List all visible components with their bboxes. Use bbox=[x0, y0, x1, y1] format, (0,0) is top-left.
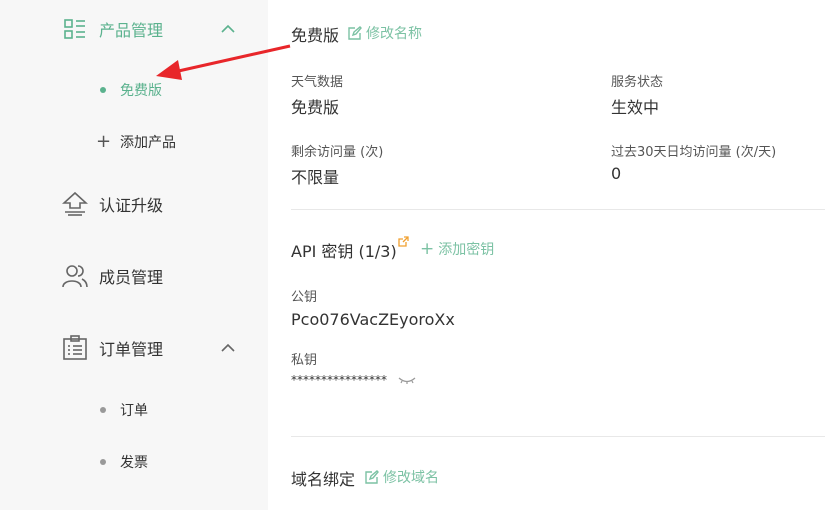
add-key-link[interactable]: + 添加密钥 bbox=[420, 239, 494, 259]
plan-title: 免费版 bbox=[291, 26, 340, 45]
plus-icon: + bbox=[96, 131, 112, 152]
sub-item-orders-label: 订单 bbox=[120, 403, 148, 419]
eye-closed-icon[interactable] bbox=[398, 376, 416, 384]
domain-binding-title: 域名绑定 bbox=[291, 470, 356, 489]
rename-link-label: 修改名称 bbox=[366, 26, 422, 42]
private-key-label: 私钥 bbox=[291, 353, 318, 368]
sub-item-add-product-label: 添加产品 bbox=[120, 135, 176, 151]
annotation-arrow bbox=[156, 44, 291, 80]
nav-order-management-label: 订单管理 bbox=[99, 340, 164, 359]
sub-item-add-product[interactable]: + 添加产品 bbox=[0, 124, 268, 160]
avg-usage-label: 过去30天日均访问量 (次/天) bbox=[611, 145, 777, 160]
public-key-value: Pco076VacZEyoroXx bbox=[291, 310, 455, 329]
nav-members-label: 成员管理 bbox=[99, 268, 164, 287]
remaining-label: 剩余访问量 (次) bbox=[291, 145, 384, 160]
chevron-up-icon[interactable] bbox=[220, 340, 236, 356]
divider bbox=[291, 209, 825, 210]
edit-icon bbox=[348, 26, 362, 40]
private-key-value: **************** bbox=[291, 373, 387, 387]
add-key-label: 添加密钥 bbox=[438, 242, 495, 258]
external-link-icon[interactable] bbox=[398, 236, 409, 247]
api-key-title: API 密钥 (1/3) bbox=[291, 242, 397, 261]
clipboard-icon bbox=[62, 335, 88, 361]
nav-order-management[interactable]: 订单管理 bbox=[0, 328, 268, 368]
remaining-value: 不限量 bbox=[291, 168, 340, 187]
bullet-dot bbox=[100, 459, 106, 465]
bullet-dot bbox=[100, 407, 106, 413]
weather-value: 免费版 bbox=[291, 98, 340, 117]
avg-usage-value: 0 bbox=[611, 164, 622, 183]
divider bbox=[291, 436, 825, 437]
sub-item-invoices-label: 发票 bbox=[120, 455, 148, 471]
chevron-up-icon[interactable] bbox=[220, 21, 236, 37]
users-icon bbox=[62, 263, 88, 289]
status-label: 服务状态 bbox=[611, 75, 664, 90]
sub-item-orders[interactable]: 订单 bbox=[0, 392, 268, 428]
weather-label: 天气数据 bbox=[291, 75, 344, 90]
plus-icon: + bbox=[420, 238, 435, 259]
nav-product-management-label: 产品管理 bbox=[99, 21, 164, 40]
nav-cert-upgrade-label: 认证升级 bbox=[99, 196, 164, 215]
public-key-label: 公钥 bbox=[291, 290, 318, 305]
edit-domain-link[interactable]: 修改域名 bbox=[365, 467, 439, 487]
list-grid-icon bbox=[62, 16, 88, 42]
edit-domain-label: 修改域名 bbox=[383, 470, 439, 486]
upgrade-icon bbox=[62, 191, 88, 217]
status-value: 生效中 bbox=[611, 98, 660, 117]
rename-link[interactable]: 修改名称 bbox=[348, 23, 422, 43]
edit-icon bbox=[365, 470, 379, 484]
bullet-dot bbox=[100, 87, 106, 93]
nav-cert-upgrade[interactable]: 认证升级 bbox=[0, 184, 268, 224]
sub-item-invoices[interactable]: 发票 bbox=[0, 444, 268, 480]
nav-members[interactable]: 成员管理 bbox=[0, 256, 268, 296]
